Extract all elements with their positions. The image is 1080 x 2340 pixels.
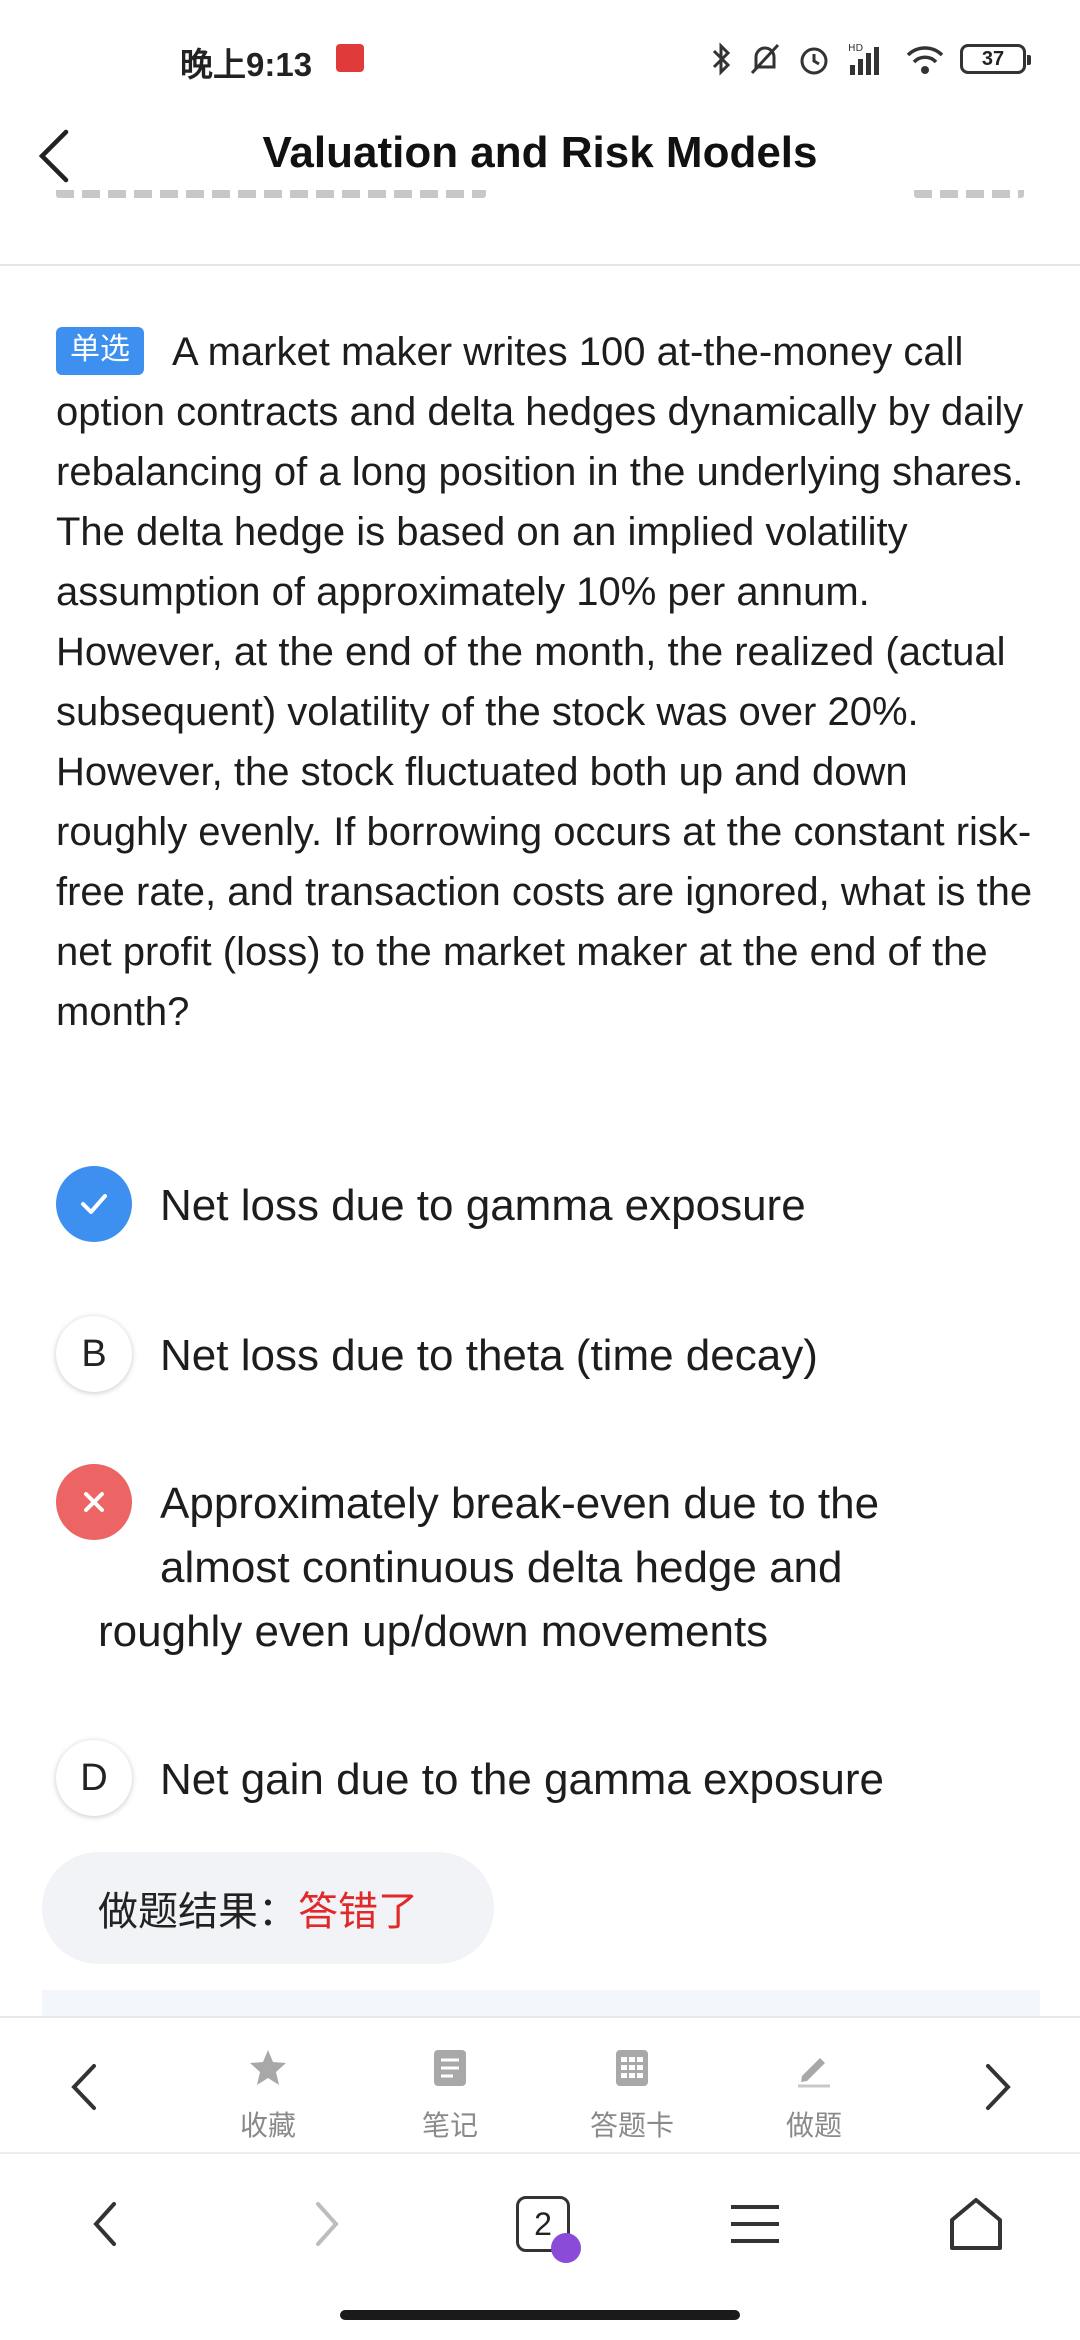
- practice-button[interactable]: 做题: [744, 2044, 884, 2144]
- option-c-text-line2: almost continuous delta hedge and: [160, 1543, 843, 1592]
- chevron-left-icon: [93, 2202, 116, 2246]
- bluetooth-icon: [712, 42, 731, 76]
- favorite-button[interactable]: 收藏: [198, 2044, 338, 2144]
- signal-icon: HD: [848, 43, 879, 75]
- option-b[interactable]: B Net loss due to theta (time decay): [56, 1316, 1036, 1392]
- battery-level: 37: [981, 47, 1005, 70]
- question-type-badge: 单选: [56, 327, 144, 375]
- option-c-marker: [56, 1464, 132, 1540]
- star-icon: [250, 2050, 286, 2085]
- home-icon: [950, 2198, 1002, 2250]
- chevron-right-icon: [316, 2202, 339, 2246]
- notes-label: 笔记: [421, 2110, 478, 2141]
- option-d-text: Net gain due to the gamma exposure: [160, 1755, 885, 1804]
- app-notification-icon: [336, 44, 364, 72]
- page-title: Valuation and Risk Models: [262, 128, 818, 177]
- question-text: A market maker writes 100 at-the-money c…: [56, 330, 1033, 1034]
- status-icons: HD 37: [710, 36, 1031, 82]
- practice-label: 做题: [785, 2110, 842, 2141]
- scrolled-subheader-right: [914, 190, 1024, 198]
- result-box: 做题结果： 答错了: [42, 1852, 494, 1964]
- battery-icon: 37: [960, 44, 1031, 74]
- option-d-marker: D: [56, 1740, 132, 1816]
- option-c-text-line1: Approximately break-even due to the: [160, 1479, 880, 1528]
- incognito-badge-icon: [551, 2233, 581, 2263]
- header-divider: [0, 264, 1080, 266]
- scrolled-subheader-left: [56, 190, 486, 198]
- question-toolbar: 收藏 笔记 答题卡 做题: [0, 2016, 1080, 2152]
- menu-button[interactable]: [720, 2184, 790, 2264]
- question-stem: 单选 A market maker writes 100 at-the-money…: [56, 322, 1036, 1042]
- answer-card-button[interactable]: 答题卡: [562, 2044, 702, 2144]
- svg-text:HD: HD: [848, 43, 864, 54]
- alarm-icon: [800, 47, 828, 75]
- browser-back-button[interactable]: [70, 2184, 140, 2264]
- status-bar: 晚上9:13 HD 37: [0, 0, 1080, 120]
- option-d[interactable]: D Net gain due to the gamma exposure: [56, 1740, 1036, 1816]
- pencil-icon: [798, 2058, 830, 2088]
- mute-bell-icon: [750, 43, 780, 75]
- next-question-button[interactable]: [966, 2052, 1026, 2122]
- notes-button[interactable]: 笔记: [380, 2044, 520, 2144]
- tabs-icon: 2: [516, 2196, 581, 2263]
- chevron-left-icon: [71, 2064, 96, 2110]
- home-button[interactable]: [936, 2184, 1016, 2264]
- notebook-icon: [434, 2050, 466, 2086]
- check-icon: [81, 1194, 107, 1214]
- option-a[interactable]: Net loss due to gamma exposure: [56, 1166, 1036, 1242]
- scrolled-subheader: [0, 190, 1080, 226]
- answer-card-label: 答题卡: [589, 2110, 674, 2141]
- option-a-marker: [56, 1166, 132, 1242]
- status-time: 晚上9:13: [180, 46, 313, 83]
- grid-icon: [616, 2050, 648, 2086]
- wifi-icon: [906, 46, 944, 74]
- home-indicator[interactable]: [340, 2310, 740, 2320]
- browser-nav-bar: 2: [0, 2152, 1080, 2292]
- prev-question-button[interactable]: [56, 2052, 116, 2122]
- result-label: 做题结果：: [98, 1890, 298, 1934]
- close-icon: [84, 1492, 104, 1512]
- option-a-text: Net loss due to gamma exposure: [160, 1181, 806, 1230]
- tabs-button[interactable]: 2: [508, 2184, 581, 2264]
- tab-count: 2: [534, 2205, 552, 2242]
- favorite-label: 收藏: [239, 2110, 296, 2141]
- menu-icon: [731, 2205, 779, 2243]
- option-c[interactable]: Approximately break-even due to the almo…: [56, 1464, 1036, 1664]
- option-b-marker: B: [56, 1316, 132, 1392]
- browser-forward-button[interactable]: [292, 2184, 362, 2264]
- chevron-right-icon: [986, 2064, 1011, 2110]
- option-c-text-line3: roughly even up/down movements: [98, 1607, 769, 1656]
- result-value: 答错了: [298, 1890, 418, 1934]
- option-b-text: Net loss due to theta (time decay): [160, 1331, 818, 1380]
